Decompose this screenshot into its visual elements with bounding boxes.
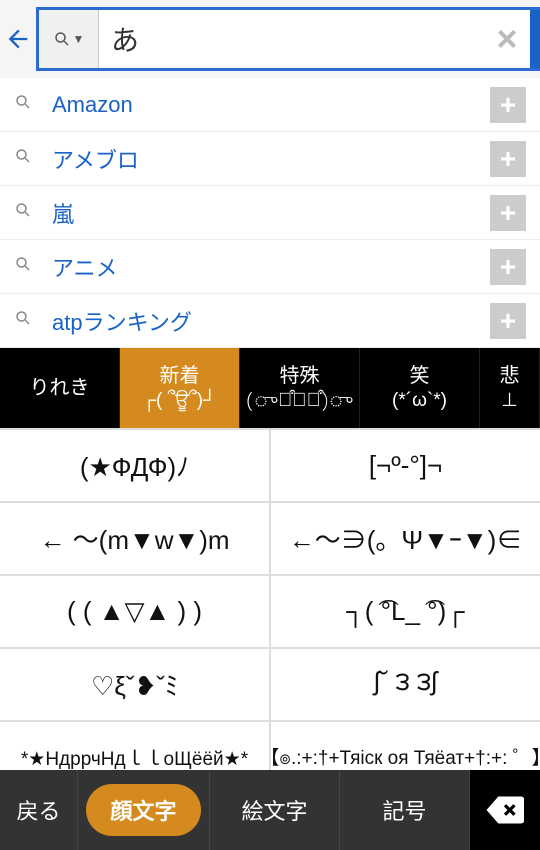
search-icon — [14, 309, 40, 332]
suggestion-label: atpランキング — [40, 305, 490, 337]
plus-icon: + — [500, 89, 516, 121]
search-icon — [14, 201, 40, 224]
close-icon: × — [496, 18, 517, 60]
suggestion-item[interactable]: 嵐 + — [0, 186, 540, 240]
tab-label: 新着 — [160, 363, 200, 389]
backspace-icon — [486, 791, 524, 829]
tab-label: 特殊 — [280, 363, 320, 389]
add-button[interactable]: + — [490, 303, 526, 339]
add-button[interactable]: + — [490, 249, 526, 285]
suggestion-label: アニメ — [40, 251, 490, 283]
tab-sample: (*´ω`*) — [392, 389, 447, 414]
suggestion-item[interactable]: atpランキング + — [0, 294, 540, 348]
suggestion-item[interactable]: Amazon + — [0, 78, 540, 132]
suggestion-label: Amazon — [40, 92, 490, 118]
add-button[interactable]: + — [490, 87, 526, 123]
search-container: ▼ × 検索 — [36, 7, 540, 71]
search-icon — [14, 255, 40, 278]
clear-button[interactable]: × — [484, 10, 530, 68]
kaomoji-tabs: りれき 新着 ┌( ՞ਊ՞)┘ 特殊 (ு꒪͒۝꒪͒)ு 笑 (*´ω`*) 悲… — [0, 348, 540, 428]
tab-label: 悲 — [500, 363, 520, 389]
chevron-down-icon: ▼ — [73, 32, 85, 46]
emoji-mode-button[interactable]: 絵文字 — [210, 770, 340, 850]
plus-icon: + — [500, 305, 516, 337]
search-bar: ▼ × 検索 — [0, 0, 540, 78]
kao-tab-laugh[interactable]: 笑 (*´ω`*) — [360, 348, 480, 428]
back-button[interactable] — [4, 9, 32, 69]
suggestions-list: Amazon + アメブロ + 嵐 + アニメ + atpランキング + — [0, 78, 540, 348]
suggestion-item[interactable]: アニメ + — [0, 240, 540, 294]
kaomoji-item[interactable]: ┐( ͡°L_ ͡°)┌ — [271, 576, 540, 647]
kao-tab-new[interactable]: 新着 ┌( ՞ਊ՞)┘ — [120, 348, 240, 428]
tab-sample: ⊥ — [501, 389, 518, 414]
back-arrow-icon — [4, 25, 32, 53]
search-icon — [53, 30, 71, 48]
kaomoji-item[interactable]: ←～∋(。Ψ▼ｰ▼)∈ — [271, 503, 540, 574]
suggestion-item[interactable]: アメブロ + — [0, 132, 540, 186]
tab-label: 笑 — [410, 363, 430, 389]
add-button[interactable]: + — [490, 141, 526, 177]
kaomoji-mode-button[interactable]: 顔文字 — [78, 770, 210, 850]
kaomoji-item[interactable]: ʃ˘ ౩ ౩ʃ — [271, 649, 540, 720]
search-category-dropdown[interactable]: ▼ — [39, 10, 99, 68]
plus-icon: + — [500, 143, 516, 175]
tab-label: りれき — [30, 375, 90, 401]
plus-icon: + — [500, 197, 516, 229]
symbol-mode-button[interactable]: 記号 — [340, 770, 470, 850]
kaomoji-grid: (★ФДФ)ﾉ [¬º-°]¬ ← ～(m▼w▼)m ←～∋(。Ψ▼ｰ▼)∈ (… — [0, 428, 540, 793]
search-icon — [14, 147, 40, 170]
kaomoji-item[interactable]: (★ФДФ)ﾉ — [0, 430, 269, 501]
kaomoji-item[interactable]: ♡ξˇ❥ˇﾐ — [0, 649, 269, 720]
backspace-button[interactable] — [470, 770, 540, 850]
search-button[interactable]: 検索 — [530, 10, 540, 68]
back-key[interactable]: 戻る — [0, 770, 78, 850]
add-button[interactable]: + — [490, 195, 526, 231]
kao-tab-sad[interactable]: 悲 ⊥ — [480, 348, 540, 428]
search-input[interactable] — [99, 10, 484, 68]
keyboard-bottom-bar: 戻る 顔文字 絵文字 記号 — [0, 770, 540, 850]
kaomoji-pill: 顔文字 — [86, 784, 200, 836]
plus-icon: + — [500, 251, 516, 283]
kaomoji-item[interactable]: [¬º-°]¬ — [271, 430, 540, 501]
search-icon — [14, 93, 40, 116]
kao-tab-history[interactable]: りれき — [0, 348, 120, 428]
kaomoji-item[interactable]: ← ～(m▼w▼)m — [0, 503, 269, 574]
kao-tab-special[interactable]: 特殊 (ு꒪͒۝꒪͒)ு — [240, 348, 360, 428]
suggestion-label: 嵐 — [40, 197, 490, 229]
tab-sample: ┌( ՞ਊ՞)┘ — [143, 389, 217, 414]
kaomoji-item[interactable]: ( ( ▲▽▲ ) ) — [0, 576, 269, 647]
suggestion-label: アメブロ — [40, 143, 490, 175]
tab-sample: (ு꒪͒۝꒪͒)ு — [246, 389, 353, 414]
